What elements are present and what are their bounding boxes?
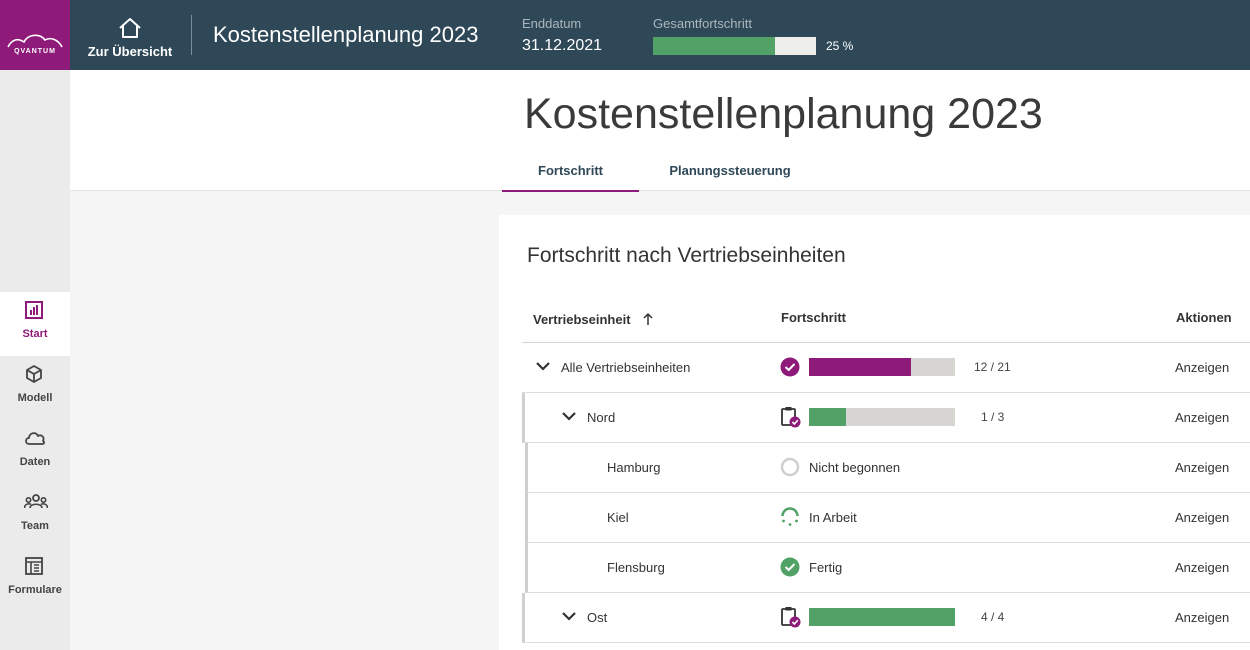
unit-name: Hamburg [607,460,661,475]
unit-name: Nord [587,410,616,425]
sidebar-item-modell[interactable]: Modell [0,356,70,420]
overall-progress-text: 25 % [826,39,854,53]
tab-label: Planungssteuerung [669,163,791,178]
page-header: Kostenstellenplanung 2023 Fortschritt Pl… [70,70,1250,192]
status-text: Fertig [809,560,843,575]
progress-fill [809,358,912,376]
table-row: Flensburg Fertig Anzeigen [525,543,1250,593]
topbar-divider [191,15,192,55]
sidebar-item-label: Modell [17,392,53,404]
show-link[interactable]: Anzeigen [1175,560,1229,575]
progress-bar [809,408,955,426]
logo-cloud-icon [7,34,63,48]
check-circle-icon [780,357,800,377]
overall-progress-bar [653,37,816,55]
home-icon [119,18,141,38]
sidebar-item-label: Formulare [8,584,62,596]
column-header-label: Vertriebseinheit [533,312,631,327]
chart-icon [25,301,43,319]
sidebar-item-daten[interactable]: Daten [0,420,70,484]
progress-count: 1 / 3 [981,410,1005,424]
overall-progress-caption: Gesamtfortschritt [653,16,752,31]
show-link[interactable]: Anzeigen [1175,610,1229,625]
logo-text: QVANTUM [14,48,56,55]
tab-planungssteuerung[interactable]: Planungssteuerung [662,154,798,192]
sidebar-item-start[interactable]: Start [0,292,70,356]
clipboard-check-icon [781,607,801,628]
table-row: Alle Vertriebseinheiten 12 / 21 Anzeigen [522,343,1250,393]
column-header-progress: Fortschritt [781,310,846,325]
end-date-caption: Enddatum [522,16,582,31]
clipboard-check-icon [781,407,801,428]
sidebar: Start Modell Daten Team Formulare [0,70,70,650]
team-icon [24,494,48,509]
status-text: Nicht begonnen [809,460,901,475]
chevron-down-icon[interactable] [561,608,577,624]
column-header-unit[interactable]: Vertriebseinheit [533,310,654,327]
progress-bar [809,358,955,376]
show-link[interactable]: Anzeigen [1175,460,1229,475]
card-title: Fortschritt nach Vertriebseinheiten [527,244,846,267]
sidebar-item-label: Daten [19,456,51,468]
tab-label: Fortschritt [538,163,603,178]
table-row: Kiel In Arbeit Anzeigen [525,493,1250,543]
table-row: Nord 1 / 3 Anzeigen [522,393,1250,443]
form-icon [25,557,43,575]
progress-count: 12 / 21 [974,360,1011,374]
overall-progress-fill [653,37,776,55]
cloud-icon [25,432,45,445]
unit-name: Flensburg [607,560,665,575]
show-link[interactable]: Anzeigen [1175,360,1229,375]
column-header-actions: Aktionen [1176,310,1232,325]
in-progress-icon [781,507,799,526]
progress-count: 4 / 4 [981,610,1005,624]
sidebar-item-label: Team [21,520,49,532]
chevron-down-icon[interactable] [535,358,551,374]
end-date-value: 31.12.2021 [522,37,603,54]
show-link[interactable]: Anzeigen [1175,510,1229,525]
cube-icon [26,365,42,383]
chevron-down-icon[interactable] [561,408,577,424]
sidebar-item-formulare[interactable]: Formulare [0,548,70,612]
table-row: Hamburg Nicht begonnen Anzeigen [525,443,1250,493]
progress-fill [809,408,846,426]
back-to-overview-button[interactable]: Zur Übersicht [82,14,178,62]
sort-ascending-icon [643,312,653,325]
unit-name: Alle Vertriebseinheiten [561,360,691,375]
unit-name: Kiel [607,510,629,525]
progress-fill [809,608,955,626]
progress-bar [809,608,955,626]
top-bar: QVANTUM Zur Übersicht Kostenstellenplanu… [0,0,1250,70]
sidebar-item-team[interactable]: Team [0,484,70,548]
logo[interactable]: QVANTUM [0,0,70,70]
tab-fortschritt[interactable]: Fortschritt [502,154,639,192]
topbar-title: Kostenstellenplanung 2023 [213,22,479,47]
green-check-icon [780,557,800,577]
progress-card: Fortschritt nach Vertriebseinheiten Vert… [499,215,1250,650]
status-text: In Arbeit [809,510,857,525]
show-link[interactable]: Anzeigen [1175,410,1229,425]
back-label: Zur Übersicht [87,44,173,59]
table-row: Ost 4 / 4 Anzeigen [522,593,1250,643]
unit-name: Ost [587,610,608,625]
page-title: Kostenstellenplanung 2023 [524,90,1043,138]
empty-circle-icon [780,457,800,477]
sidebar-item-label: Start [22,328,48,340]
